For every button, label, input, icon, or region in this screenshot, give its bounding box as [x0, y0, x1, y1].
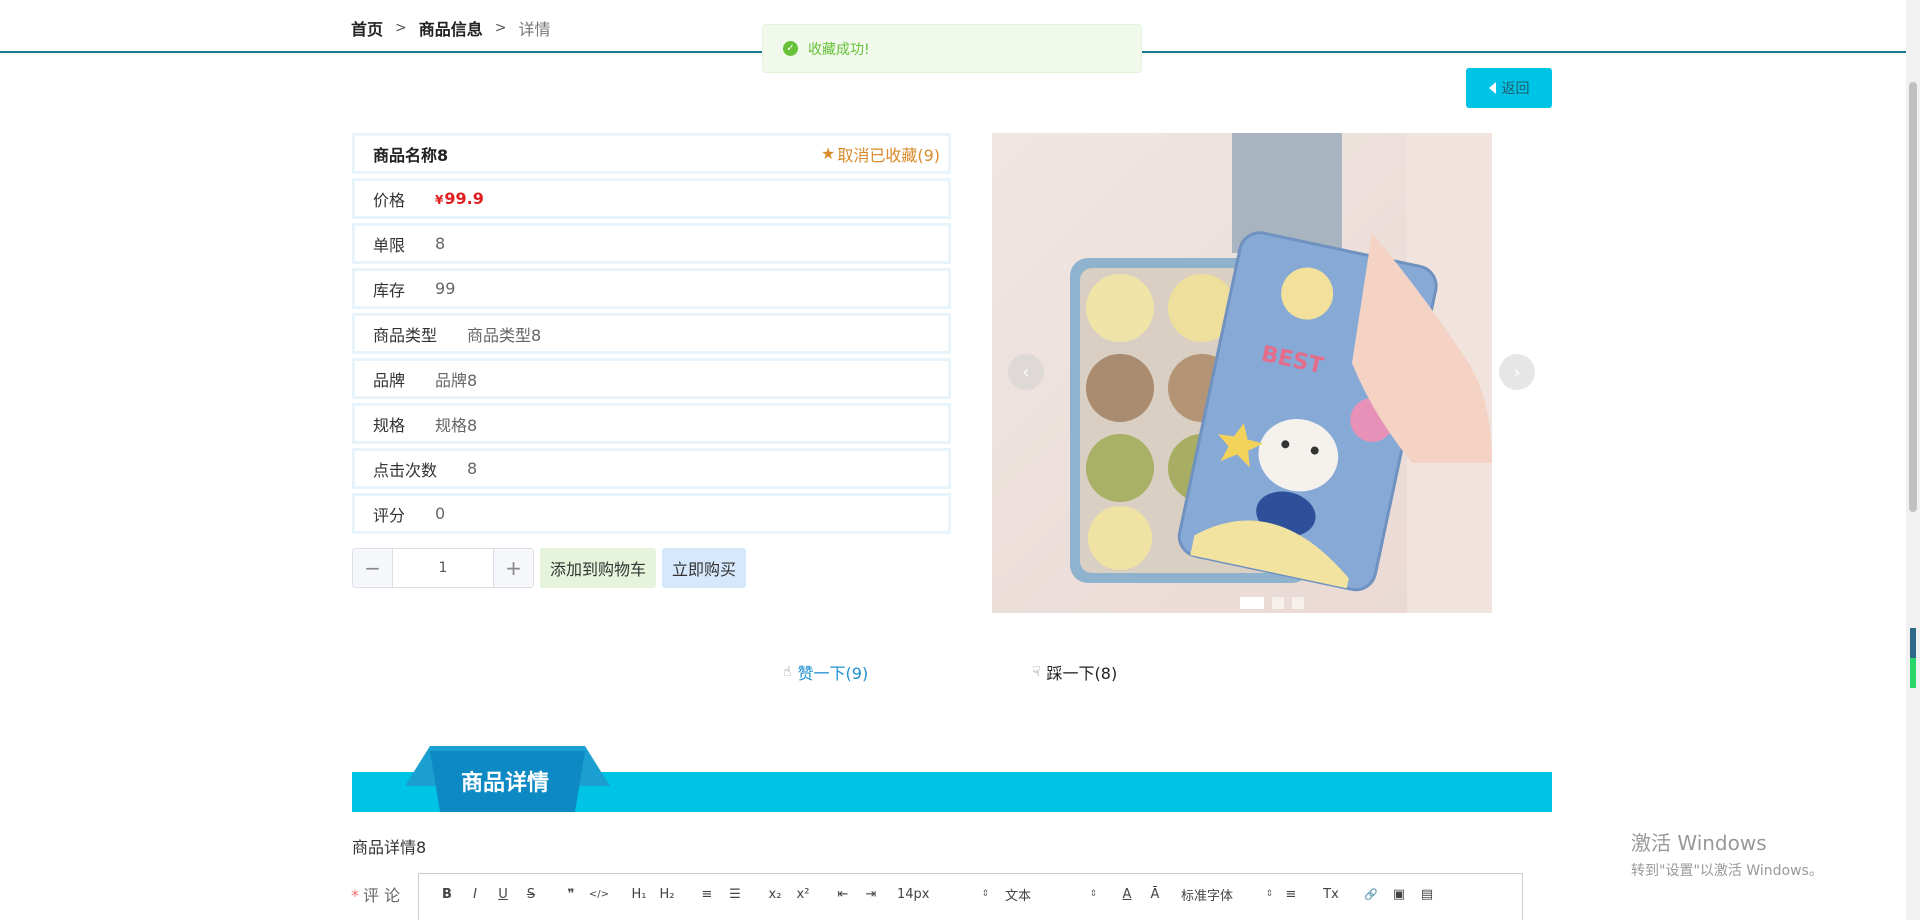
unfavorite-button[interactable]: ★ 取消已收藏(9): [821, 142, 940, 166]
field-value: 品牌8: [435, 370, 478, 390]
h2-button[interactable]: H₂: [653, 882, 681, 906]
carousel-next-button[interactable]: ›: [1499, 354, 1535, 390]
product-name-row: 商品名称8 ★ 取消已收藏(9): [352, 133, 951, 174]
strike-button[interactable]: S: [517, 882, 545, 906]
field-value: 0: [435, 504, 446, 523]
increase-button[interactable]: +: [493, 549, 533, 587]
field-label: 价格: [373, 190, 406, 210]
field-label: 商品类型: [373, 325, 438, 345]
side-indicator-green: [1910, 658, 1916, 688]
decrease-button[interactable]: −: [353, 549, 393, 587]
caret-left-icon: [1488, 82, 1496, 94]
field-value: 商品类型8: [467, 325, 542, 345]
field-label: 点击次数: [373, 460, 438, 480]
detail-section-title: 商品详情: [460, 771, 549, 796]
dislike-label: 踩一下(8): [1046, 664, 1118, 683]
clicks-row: 点击次数 8: [352, 448, 951, 489]
stock-row: 库存 99: [352, 268, 951, 309]
back-button-label: 返回: [1501, 81, 1530, 97]
like-button[interactable]: ☝ 赞一下(9): [783, 660, 868, 684]
carousel-indicators: [1240, 597, 1304, 609]
purchase-actions: − 1 + 添加到购物车 立即购买: [352, 548, 747, 588]
product-info-panel: 商品名称8 ★ 取消已收藏(9) 价格 ¥99.9 单限 8 库存 99 商品类…: [352, 133, 951, 538]
page-scrollbar[interactable]: [1906, 0, 1920, 920]
quantity-input[interactable]: 1: [393, 549, 493, 587]
align-button[interactable]: ≡: [1277, 882, 1305, 906]
windows-activation-watermark: 激活 Windows 转到"设置"以激活 Windows。: [1631, 827, 1823, 880]
h1-button[interactable]: H₁: [625, 882, 653, 906]
brand-row: 品牌 品牌8: [352, 358, 951, 399]
font-size-select[interactable]: 14px ⇕: [893, 882, 993, 906]
outdent-button[interactable]: ⇤: [829, 882, 857, 906]
editor-toolbar: B I U S ❞ </> H₁ H₂ ≡ ☰ x₂ x² ⇤ ⇥ 14px ⇕ …: [419, 874, 1522, 914]
font-family-select[interactable]: 标准字体 ⇕: [1177, 882, 1277, 906]
subscript-button[interactable]: x₂: [761, 882, 789, 906]
spec-row: 规格 规格8: [352, 403, 951, 444]
carousel-dot[interactable]: [1240, 597, 1264, 609]
detail-content: 商品详情8: [352, 838, 427, 857]
field-value: 8: [435, 234, 446, 253]
bullet-list-button[interactable]: ☰: [721, 882, 749, 906]
field-label: 规格: [373, 415, 406, 435]
video-icon[interactable]: ▤: [1413, 882, 1441, 906]
carousel-prev-button[interactable]: ‹: [1008, 354, 1044, 390]
limit-row: 单限 8: [352, 223, 951, 264]
like-label: 赞一下(9): [797, 664, 869, 683]
image-icon[interactable]: ▣: [1385, 882, 1413, 906]
field-label: 库存: [373, 280, 406, 300]
product-name: 商品名称8: [373, 145, 449, 165]
field-value: 99: [435, 279, 456, 298]
product-carousel: BEST: [992, 133, 1492, 613]
type-row: 商品类型 商品类型8: [352, 313, 951, 354]
carousel-dot[interactable]: [1272, 597, 1284, 609]
check-circle-icon: ✓: [783, 41, 798, 56]
back-button[interactable]: 返回: [1466, 68, 1552, 108]
superscript-button[interactable]: x²: [789, 882, 817, 906]
comment-editor[interactable]: B I U S ❞ </> H₁ H₂ ≡ ☰ x₂ x² ⇤ ⇥ 14px ⇕ …: [418, 873, 1523, 920]
price-value: ¥99.9: [435, 189, 484, 208]
field-label: 评分: [373, 505, 406, 525]
breadcrumb-home[interactable]: 首页: [351, 16, 383, 40]
required-mark: *: [351, 886, 359, 905]
breadcrumb-product-info[interactable]: 商品信息: [419, 16, 483, 40]
clear-format-button[interactable]: Tx: [1317, 882, 1345, 906]
thumbs-down-icon: ☟: [1032, 664, 1041, 680]
quote-button[interactable]: ❞: [557, 882, 585, 906]
field-label: 品牌: [373, 370, 406, 390]
buy-now-button[interactable]: 立即购买: [662, 548, 747, 588]
indent-button[interactable]: ⇥: [857, 882, 885, 906]
toast-message: 收藏成功!: [808, 41, 870, 58]
product-image: BEST: [992, 133, 1492, 613]
code-button[interactable]: </>: [585, 882, 613, 906]
add-to-cart-button[interactable]: 添加到购物车: [540, 548, 657, 588]
field-label: 单限: [373, 235, 406, 255]
field-value: 8: [467, 459, 478, 478]
watermark-title: 激活 Windows: [1631, 831, 1767, 855]
scroll-thumb[interactable]: [1909, 82, 1917, 512]
thumbs-up-icon: ☝: [783, 664, 792, 680]
breadcrumb-current: 详情: [518, 20, 551, 39]
breadcrumb-separator: >: [395, 20, 407, 36]
rating-row: 评分 0: [352, 493, 951, 534]
text-color-button[interactable]: A: [1113, 882, 1141, 906]
bold-button[interactable]: B: [433, 882, 461, 906]
comment-label: * 评 论: [351, 886, 401, 905]
quantity-stepper: − 1 +: [352, 548, 534, 588]
format-select[interactable]: 文本 ⇕: [1001, 882, 1101, 906]
star-icon: ★: [820, 144, 836, 163]
ordered-list-button[interactable]: ≡: [693, 882, 721, 906]
field-value: 规格8: [435, 415, 478, 435]
carousel-dot[interactable]: [1292, 597, 1304, 609]
dislike-button[interactable]: ☟ 踩一下(8): [1032, 660, 1117, 684]
breadcrumb: 首页 > 商品信息 > 详情: [351, 16, 551, 40]
price-row: 价格 ¥99.9: [352, 178, 951, 219]
link-icon[interactable]: 🔗: [1357, 882, 1385, 906]
watermark-subtitle: 转到"设置"以激活 Windows。: [1631, 863, 1823, 879]
breadcrumb-separator: >: [494, 20, 507, 36]
underline-button[interactable]: U: [489, 882, 517, 906]
italic-button[interactable]: I: [461, 882, 489, 906]
background-color-button[interactable]: Ā: [1141, 882, 1169, 906]
success-toast: ✓ 收藏成功!: [762, 24, 1142, 73]
unfavorite-label: 取消已收藏(9): [837, 145, 940, 165]
